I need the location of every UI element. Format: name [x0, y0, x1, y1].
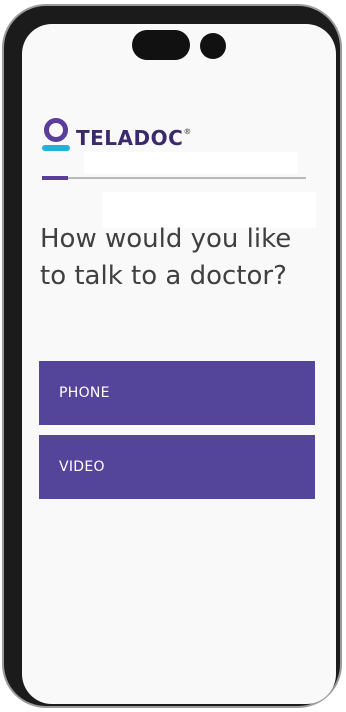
phone-frame — [2, 4, 342, 708]
dynamic-island — [132, 30, 190, 60]
registered-mark: ® — [183, 127, 192, 136]
teladoc-logo: TELADOC® — [42, 116, 192, 154]
logo-wordmark-text: TELADOC — [76, 126, 184, 150]
progress-bar-fill — [42, 176, 69, 180]
progress-bar — [42, 176, 306, 180]
video-option-button[interactable]: VIDEO — [39, 435, 315, 499]
logo-base — [42, 145, 70, 151]
phone-option-label: PHONE — [59, 385, 110, 401]
phone-option-button[interactable]: PHONE — [39, 361, 315, 425]
front-camera — [200, 33, 226, 59]
teladoc-logo-icon — [42, 117, 70, 153]
redaction-block — [84, 152, 298, 174]
question-heading: How would you like to talk to a doctor? — [40, 224, 292, 291]
video-option-label: VIDEO — [59, 459, 105, 475]
logo-ring — [44, 118, 68, 142]
logo-wordmark: TELADOC® — [76, 126, 192, 150]
